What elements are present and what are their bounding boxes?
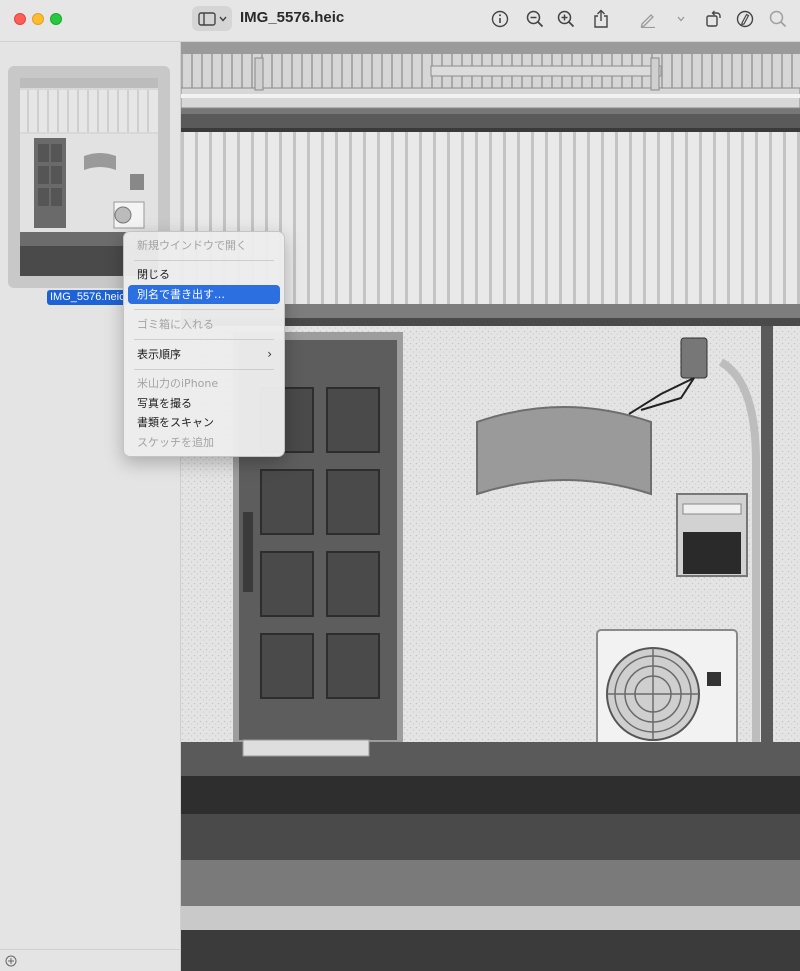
- search-button[interactable]: [767, 8, 789, 30]
- chevron-down-icon: [677, 16, 685, 22]
- menu-item-scan-documents[interactable]: 書類をスキャン: [128, 413, 280, 432]
- markup-button[interactable]: [637, 8, 659, 30]
- zoom-in-button[interactable]: [555, 8, 577, 30]
- chevron-right-icon: ›: [267, 347, 272, 361]
- close-window-button[interactable]: [14, 13, 26, 25]
- menu-item-export-as[interactable]: 別名で書き出す…: [128, 285, 280, 304]
- share-icon: [594, 9, 608, 28]
- zoom-out-button[interactable]: [524, 8, 546, 30]
- markup-circle-icon: [736, 10, 754, 28]
- rotate-button[interactable]: [702, 8, 724, 30]
- menu-item-move-to-trash[interactable]: ゴミ箱に入れる: [128, 315, 280, 334]
- search-icon: [769, 10, 787, 28]
- menu-item-sort-order-label: 表示順序: [137, 348, 181, 361]
- zoom-in-icon: [557, 10, 575, 28]
- sidebar-footer: [0, 949, 181, 971]
- menu-separator: [134, 260, 274, 261]
- menu-item-open-new-window[interactable]: 新規ウインドウで開く: [128, 236, 280, 255]
- context-menu: 新規ウインドウで開く 閉じる 別名で書き出す… ゴミ箱に入れる 表示順序 › 米…: [123, 231, 285, 457]
- main-image-view[interactable]: [181, 42, 800, 971]
- menu-item-close[interactable]: 閉じる: [128, 265, 280, 284]
- menu-separator: [134, 339, 274, 340]
- toolbar: IMG_5576.heic: [0, 0, 800, 42]
- zoom-window-button[interactable]: [50, 13, 62, 25]
- thumbnail-filename[interactable]: IMG_5576.heic: [47, 290, 128, 305]
- markup-toolbar-button[interactable]: [734, 8, 756, 30]
- add-icon[interactable]: [5, 955, 17, 967]
- rotate-icon: [706, 10, 721, 27]
- menu-item-take-photo[interactable]: 写真を撮る: [128, 394, 280, 413]
- info-icon: [491, 10, 509, 28]
- window-title: IMG_5576.heic: [240, 9, 345, 26]
- menu-item-sort-order[interactable]: 表示順序 ›: [128, 345, 280, 364]
- building-photo: [181, 42, 800, 971]
- zoom-out-icon: [526, 10, 544, 28]
- chevron-down-icon: [218, 16, 227, 22]
- thumbnail-sidebar: IMG_5576.heic: [0, 42, 181, 971]
- markup-pen-icon: [640, 14, 655, 28]
- menu-separator: [134, 309, 274, 310]
- info-button[interactable]: [489, 8, 511, 30]
- menu-separator: [134, 369, 274, 370]
- sidebar-toggle-button[interactable]: [192, 6, 232, 31]
- menu-item-device-header: 米山力のiPhone: [137, 377, 219, 390]
- markup-menu-button[interactable]: [670, 8, 692, 30]
- share-button[interactable]: [590, 8, 612, 30]
- minimize-window-button[interactable]: [32, 13, 44, 25]
- menu-item-add-sketch[interactable]: スケッチを追加: [128, 433, 280, 452]
- sidebar-toggle-icon: [197, 11, 216, 26]
